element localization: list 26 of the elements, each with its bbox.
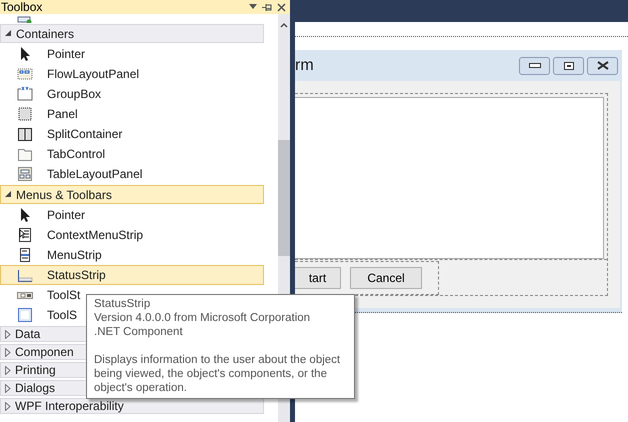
item-label: TabControl bbox=[47, 147, 106, 161]
category-label: Menus & Toolbars bbox=[16, 188, 112, 202]
item-label: Pointer bbox=[47, 208, 86, 222]
item-label: FlowLayoutPanel bbox=[47, 67, 140, 81]
item-label: GroupBox bbox=[47, 87, 102, 101]
item-label: ContextMenuStrip bbox=[47, 228, 144, 242]
category-label: Data bbox=[15, 327, 40, 341]
tooltip-type: .NET Component bbox=[94, 325, 183, 339]
item-label: TableLayoutPanel bbox=[47, 167, 142, 181]
category-label: Dialogs bbox=[15, 381, 56, 395]
item-label: SplitContainer bbox=[47, 127, 122, 141]
category-label: Printing bbox=[15, 363, 56, 377]
category-label: WPF Interoperability bbox=[15, 399, 124, 413]
item-label: ToolS bbox=[47, 308, 78, 322]
item-label: StatusStrip bbox=[47, 268, 106, 282]
tooltip-version: Version 4.0.0.0 from Microsoft Corporation bbox=[94, 311, 310, 325]
category-label: Containers bbox=[16, 26, 74, 40]
item-label: Panel bbox=[47, 107, 78, 121]
tooltip-description: Displays information to the user about the object being viewed, the object's components, or the object's operation. bbox=[94, 353, 342, 395]
toolbox-title: Toolbox bbox=[1, 0, 42, 14]
category-label: Componen bbox=[15, 345, 74, 359]
item-label: MenuStrip bbox=[47, 248, 102, 262]
tooltip-title: StatusStrip bbox=[94, 297, 150, 311]
item-label: ToolSt bbox=[47, 288, 80, 302]
item-label: Pointer bbox=[47, 47, 86, 61]
form-title: rm bbox=[295, 56, 314, 74]
